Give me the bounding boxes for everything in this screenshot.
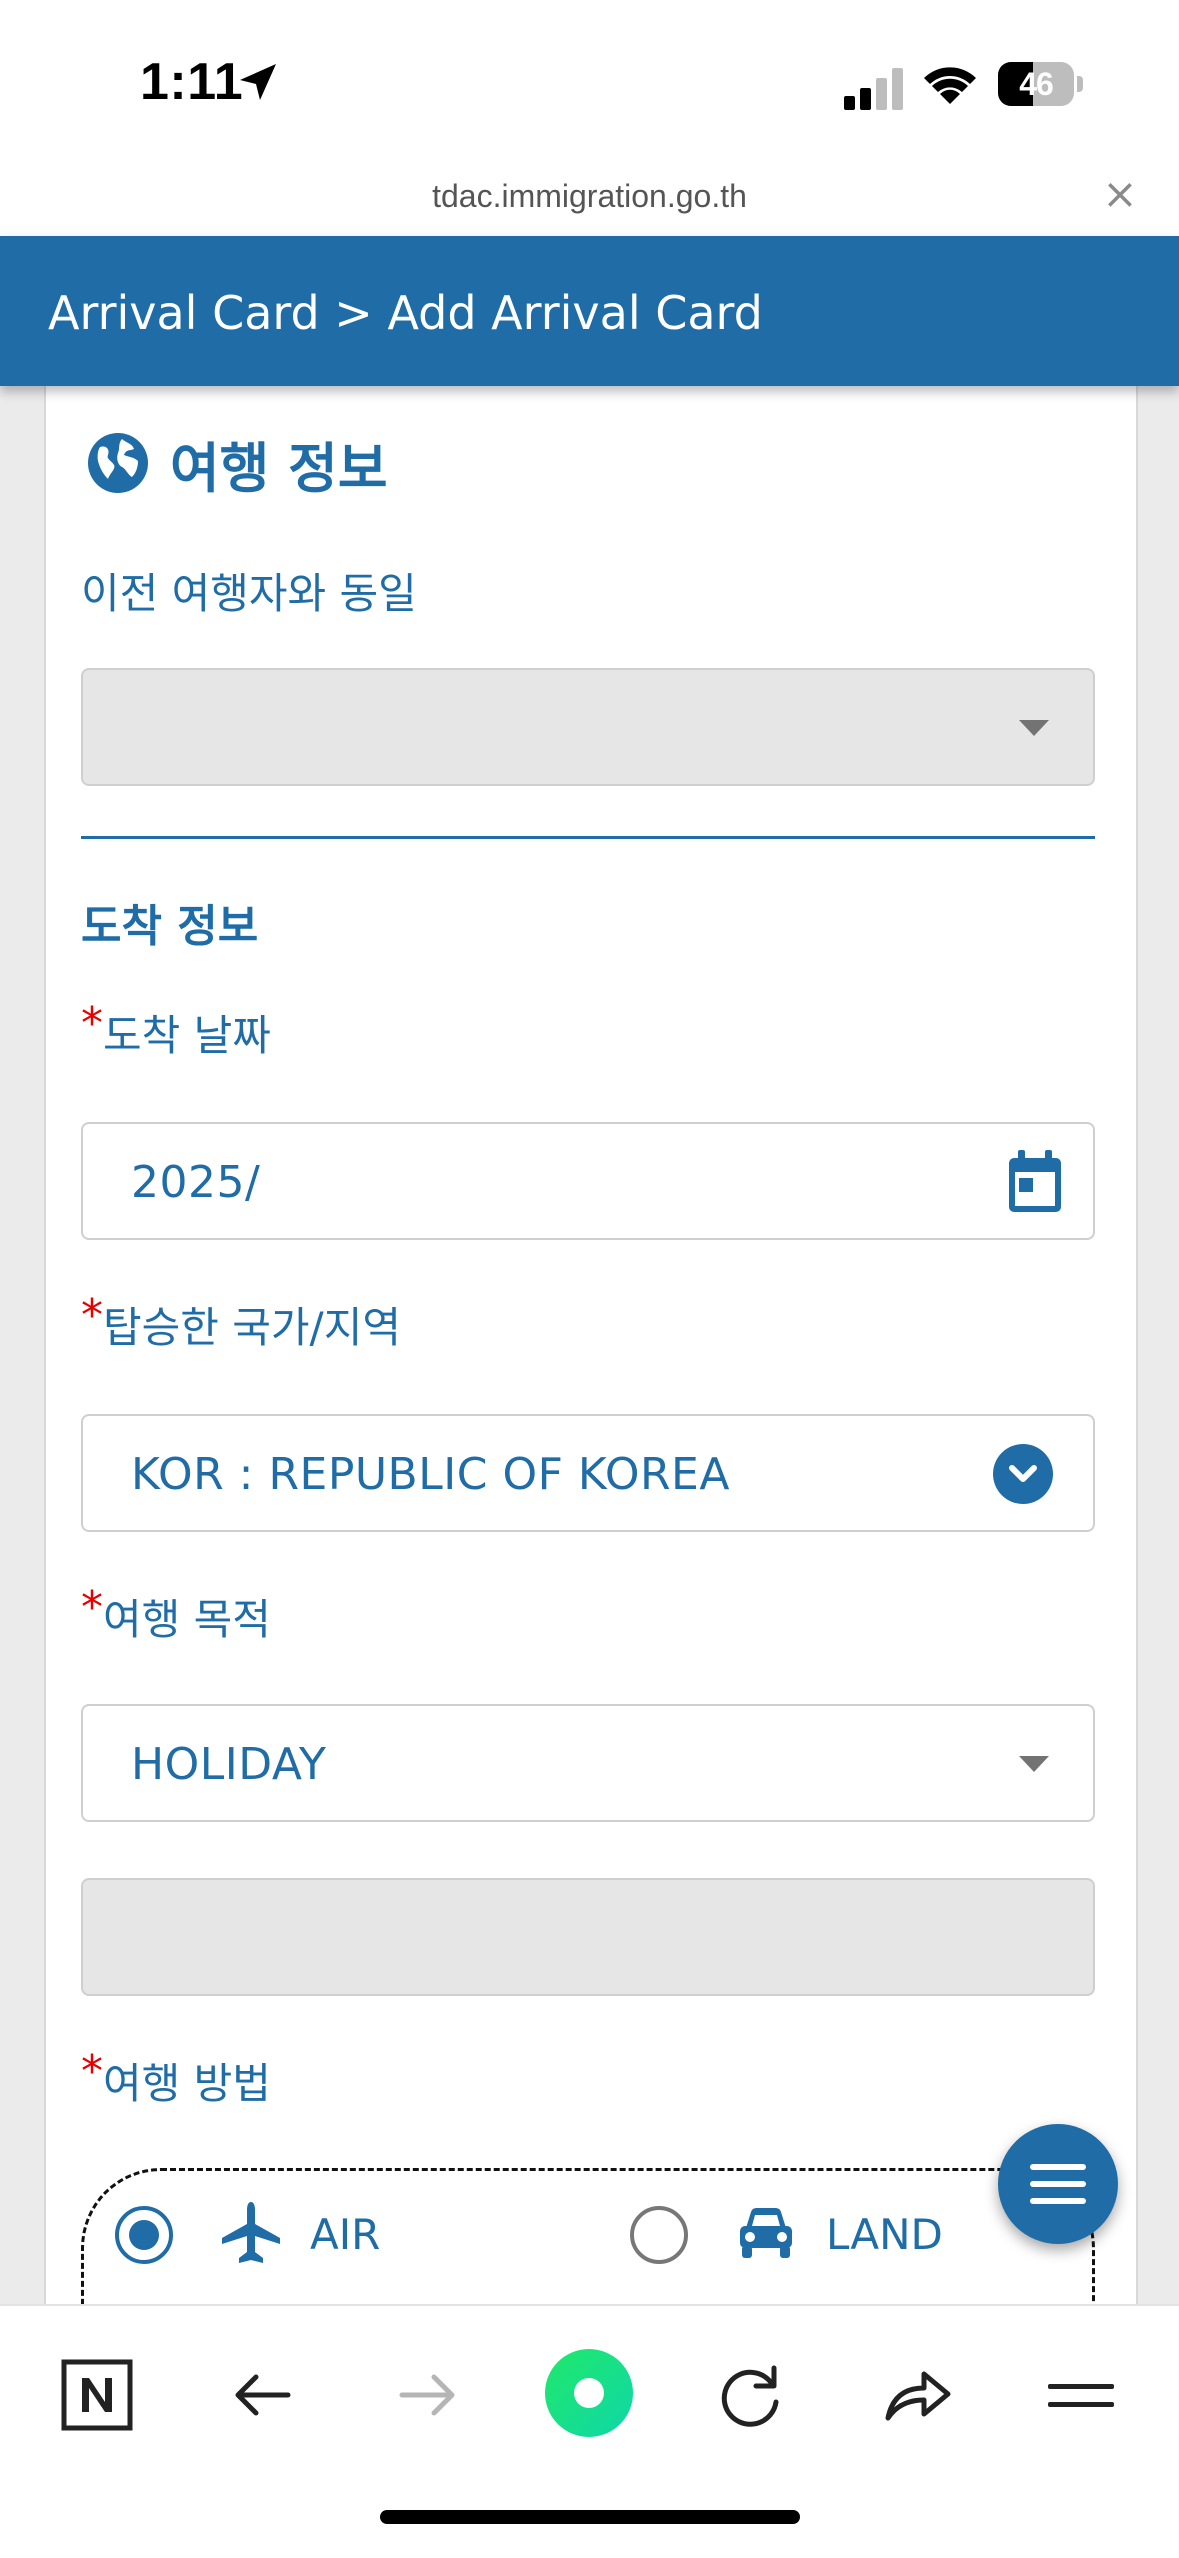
browser-url[interactable]: tdac.immigration.go.th <box>0 178 1179 215</box>
status-time: 1:11 <box>140 53 244 111</box>
car-icon <box>740 2208 792 2258</box>
trip-purpose-select[interactable]: HOLIDAY <box>81 1704 1095 1822</box>
cellular-signal-icon <box>844 68 903 110</box>
required-marker: * <box>81 1582 103 1633</box>
arrival-date-label-text: 도착 날짜 <box>103 1011 271 1060</box>
forward-arrow-icon[interactable] <box>390 2358 464 2432</box>
dropdown-caret-icon <box>1019 1756 1049 1772</box>
boarding-country-select[interactable]: KOR : REPUBLIC OF KOREA <box>81 1414 1095 1532</box>
same-as-previous-select[interactable] <box>81 668 1095 786</box>
subsection-title: 도착 정보 <box>81 901 259 952</box>
travel-mode-label: *여행 방법 <box>81 2046 271 2111</box>
trip-purpose-label-text: 여행 목적 <box>103 1595 271 1644</box>
back-arrow-icon[interactable] <box>226 2358 300 2432</box>
floating-menu-button[interactable] <box>998 2124 1118 2244</box>
globe-icon <box>88 433 148 493</box>
calendar-icon[interactable] <box>1005 1150 1065 1216</box>
reload-icon[interactable] <box>714 2358 788 2432</box>
required-marker: * <box>81 1290 103 1341</box>
airplane-icon <box>222 2202 280 2263</box>
air-radio[interactable] <box>115 2206 173 2264</box>
green-dot-icon[interactable] <box>544 2348 634 2438</box>
menu-icon <box>1030 2164 1086 2204</box>
land-radio[interactable] <box>630 2206 688 2264</box>
arrival-date-value: 2025/ <box>131 1157 261 1208</box>
required-marker: * <box>81 2046 103 2097</box>
location-arrow-icon <box>240 64 276 100</box>
wifi-icon <box>924 67 976 104</box>
boarding-country-label-text: 탑승한 국가/지역 <box>103 1303 401 1352</box>
naver-n-icon[interactable] <box>60 2358 134 2432</box>
home-indicator <box>380 2510 800 2524</box>
breadcrumb: Arrival Card > Add Arrival Card <box>48 286 763 340</box>
boarding-country-label: *탑승한 국가/지역 <box>81 1290 401 1355</box>
close-icon[interactable]: × <box>1100 173 1140 215</box>
land-option-label[interactable]: LAND <box>826 2210 943 2259</box>
arrival-date-label: *도착 날짜 <box>81 998 271 1063</box>
required-marker: * <box>81 998 103 1049</box>
status-bar: 1:11 46 tdac.immigration.go.th × <box>0 0 1179 215</box>
section-divider <box>81 836 1095 839</box>
arrival-date-field[interactable]: 2025/ <box>81 1122 1095 1240</box>
same-as-previous-label: 이전 여행자와 동일 <box>81 569 417 618</box>
menu-lines-icon[interactable] <box>1044 2358 1118 2432</box>
trip-purpose-other-field[interactable] <box>81 1878 1095 1996</box>
air-option-label[interactable]: AIR <box>310 2210 380 2259</box>
battery-indicator: 46 <box>998 62 1084 106</box>
page-header: Arrival Card > Add Arrival Card <box>0 236 1179 386</box>
section-title-text: 여행 정보 <box>170 436 388 500</box>
travel-mode-label-text: 여행 방법 <box>103 2059 271 2108</box>
boarding-country-value: KOR : REPUBLIC OF KOREA <box>131 1449 730 1500</box>
section-title: 여행 정보 <box>86 428 388 500</box>
trip-purpose-label: *여행 목적 <box>81 1582 271 1647</box>
chevron-down-circle-icon[interactable] <box>993 1444 1053 1504</box>
trip-purpose-value: HOLIDAY <box>131 1739 327 1790</box>
share-icon[interactable] <box>880 2358 954 2432</box>
battery-level-text: 46 <box>1019 66 1054 102</box>
dropdown-caret-icon <box>1019 720 1049 736</box>
